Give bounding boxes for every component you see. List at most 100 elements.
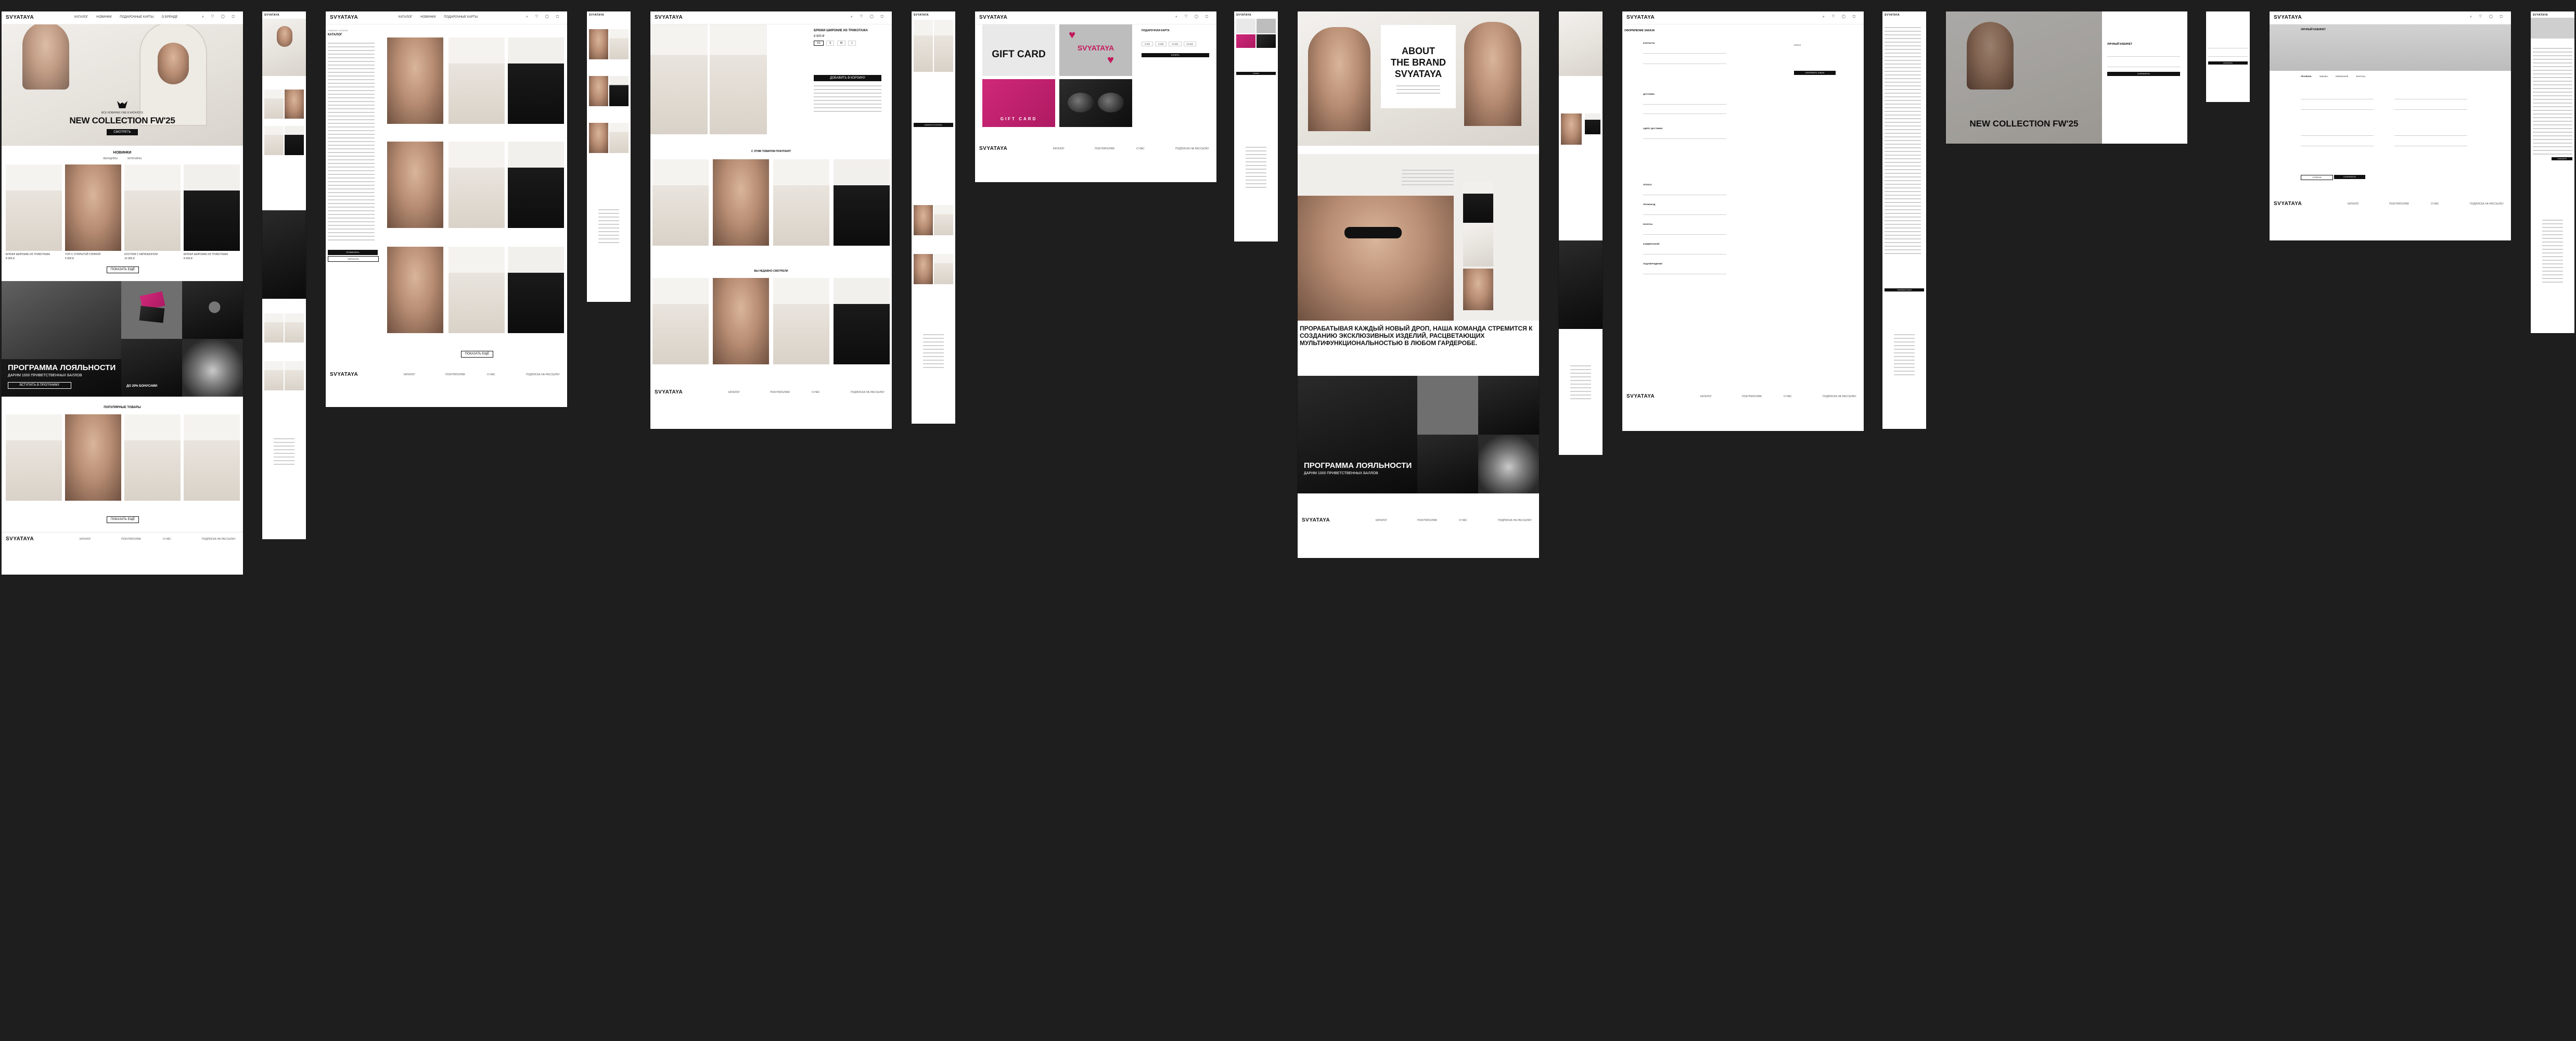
hero-button[interactable]: СМОТРЕТЬ xyxy=(107,129,138,135)
checkout-field[interactable] xyxy=(1643,229,1726,235)
account-tab[interactable]: ИЗБРАННОЕ xyxy=(2336,75,2349,78)
product-card-image[interactable] xyxy=(184,164,240,251)
breadcrumb[interactable]: ГЛАВНАЯ / КАТАЛОГ xyxy=(328,29,348,32)
mobile-related[interactable] xyxy=(914,254,933,284)
header-icons[interactable]: ⌕ ♡ ◯ ▢ xyxy=(2470,15,2506,19)
checkout-field[interactable] xyxy=(1643,209,1726,215)
checkout-field[interactable] xyxy=(1643,58,1726,64)
product-card-image[interactable] xyxy=(6,164,62,251)
giftcard-tile-lips[interactable] xyxy=(1059,79,1132,127)
mobile-logo[interactable]: SVYATAYA xyxy=(264,14,279,17)
mobile-checkout-submit[interactable]: ОФОРМИТЬ ЗАКАЗ xyxy=(1885,288,1924,291)
catalog-product[interactable] xyxy=(448,247,505,333)
mobile-product[interactable] xyxy=(589,29,608,59)
account-field[interactable] xyxy=(2394,94,2467,99)
mobile-product[interactable] xyxy=(285,126,304,155)
modal-field[interactable] xyxy=(2107,61,2180,67)
mobile-product[interactable] xyxy=(609,29,629,59)
nav-new[interactable]: НОВИНКИ xyxy=(420,16,435,19)
size-option[interactable]: M xyxy=(837,41,845,46)
checkout-field[interactable] xyxy=(1643,99,1726,105)
account-tab[interactable]: ЗАКАЗЫ xyxy=(2319,75,2328,78)
header-icons[interactable]: ⌕ ♡ ◯ ▢ xyxy=(1823,15,1859,19)
mobile-account-save[interactable]: СОХРАНИТЬ xyxy=(2552,157,2572,160)
filter-apply-button[interactable]: ПРИМЕНИТЬ xyxy=(328,250,378,255)
account-tab[interactable]: ПРОФИЛЬ xyxy=(2301,75,2312,78)
mobile-account-fields[interactable] xyxy=(2533,48,2572,157)
catalog-product[interactable] xyxy=(508,142,564,228)
mobile-related[interactable] xyxy=(914,205,933,235)
giftcard-amounts[interactable]: 3 000 5 000 10 000 15 000 xyxy=(1142,42,1196,46)
show-more-button[interactable]: ПОКАЗАТЬ ЕЩЁ xyxy=(107,516,139,523)
amount-option[interactable]: 3 000 xyxy=(1142,42,1154,46)
recent-product[interactable] xyxy=(773,278,829,364)
modal-field[interactable] xyxy=(2208,51,2248,57)
mobile-logo[interactable]: SVYATAYA xyxy=(589,14,604,17)
tab-women[interactable]: ЖЕНЩИНЫ xyxy=(103,157,118,160)
size-selector[interactable]: XS S M L xyxy=(814,41,856,46)
catalog-product[interactable] xyxy=(387,247,443,333)
tab-men[interactable]: МУЖЧИНЫ xyxy=(127,157,142,160)
filter-sidebar[interactable] xyxy=(328,43,375,243)
mobile-giftcard[interactable] xyxy=(1236,19,1255,33)
checkout-field[interactable] xyxy=(1643,48,1726,54)
loyalty-button[interactable]: ВСТУПИТЬ В ПРОГРАММУ xyxy=(8,382,71,389)
checkout-field[interactable] xyxy=(1643,269,1726,274)
account-tab[interactable]: БОНУСЫ xyxy=(2356,75,2366,78)
checkout-field[interactable] xyxy=(1643,108,1726,114)
mobile-giftcard[interactable] xyxy=(1236,34,1255,48)
mobile-product[interactable] xyxy=(285,361,304,390)
catalog-product[interactable] xyxy=(448,142,505,228)
mobile-related[interactable] xyxy=(934,254,953,284)
mobile-product[interactable] xyxy=(285,90,304,119)
mobile-add-to-cart[interactable]: ДОБАВИТЬ В КОРЗИНУ xyxy=(914,123,953,127)
account-field[interactable] xyxy=(2394,141,2467,146)
mobile-giftcard-buy[interactable]: КУПИТЬ xyxy=(1236,72,1276,75)
footer-logo[interactable]: SVYATAYA xyxy=(2274,201,2302,207)
logo[interactable]: SVYATAYA xyxy=(330,15,358,20)
product-main-image[interactable] xyxy=(650,21,708,134)
account-field[interactable] xyxy=(2394,130,2467,136)
catalog-product[interactable] xyxy=(508,37,564,124)
footer-logo[interactable]: SVYATAYA xyxy=(330,372,358,377)
checkout-submit-button[interactable]: ОФОРМИТЬ ЗАКАЗ xyxy=(1794,71,1836,75)
giftcard-tile-white[interactable]: GIFT CARD xyxy=(982,24,1055,76)
nav-catalog[interactable]: КАТАЛОГ xyxy=(399,16,412,19)
header-icons[interactable]: ⌕ ♡ ◯ ▢ xyxy=(851,15,887,19)
product-name[interactable]: БРЮКИ ШИРОКИЕ ИЗ ТРИКОТАЖА xyxy=(6,253,50,256)
account-field[interactable] xyxy=(2394,104,2467,110)
catalog-product[interactable] xyxy=(448,37,505,124)
product-card-image[interactable] xyxy=(124,414,181,501)
product-second-image[interactable] xyxy=(710,21,767,134)
related-product[interactable] xyxy=(773,159,829,246)
catalog-product[interactable] xyxy=(387,142,443,228)
modal-field[interactable] xyxy=(2208,43,2248,48)
mobile-product-image[interactable] xyxy=(914,20,933,72)
recent-product[interactable] xyxy=(652,278,709,364)
mobile-product[interactable] xyxy=(264,90,284,119)
mobile-product[interactable] xyxy=(264,126,284,155)
amount-option[interactable]: 15 000 xyxy=(1183,42,1196,46)
mobile-giftcard[interactable] xyxy=(1257,19,1276,33)
recent-product[interactable] xyxy=(713,278,769,364)
nav-gift[interactable]: ПОДАРОЧНЫЕ КАРТЫ xyxy=(120,16,153,19)
mobile-product[interactable] xyxy=(589,76,608,106)
filter-reset-button[interactable]: СБРОСИТЬ xyxy=(328,256,379,262)
modal-submit-button[interactable]: СОХРАНИТЬ xyxy=(2107,72,2180,76)
size-option[interactable]: S xyxy=(826,41,835,46)
logo[interactable]: SVYATAYA xyxy=(6,15,34,20)
nav-gift[interactable]: ПОДАРОЧНЫЕ КАРТЫ xyxy=(444,16,478,19)
product-card-image[interactable] xyxy=(124,164,181,251)
related-product[interactable] xyxy=(652,159,709,246)
size-option[interactable]: L xyxy=(848,41,856,46)
footer-logo[interactable]: SVYATAYA xyxy=(655,389,683,395)
header-icons[interactable]: ⌕ ♡ ◯ ▢ xyxy=(1175,15,1211,19)
product-card-image[interactable] xyxy=(6,414,62,501)
mobile-logo[interactable]: SVYATAYA xyxy=(1236,14,1251,17)
mobile-product[interactable] xyxy=(264,313,284,342)
amount-option[interactable]: 5 000 xyxy=(1155,42,1167,46)
size-option[interactable]: XS xyxy=(814,41,824,46)
header-icons[interactable]: ⌕ ♡ ◯ ▢ xyxy=(526,15,562,19)
mobile-product[interactable] xyxy=(264,361,284,390)
footer-logo[interactable]: SVYATAYA xyxy=(6,536,34,542)
